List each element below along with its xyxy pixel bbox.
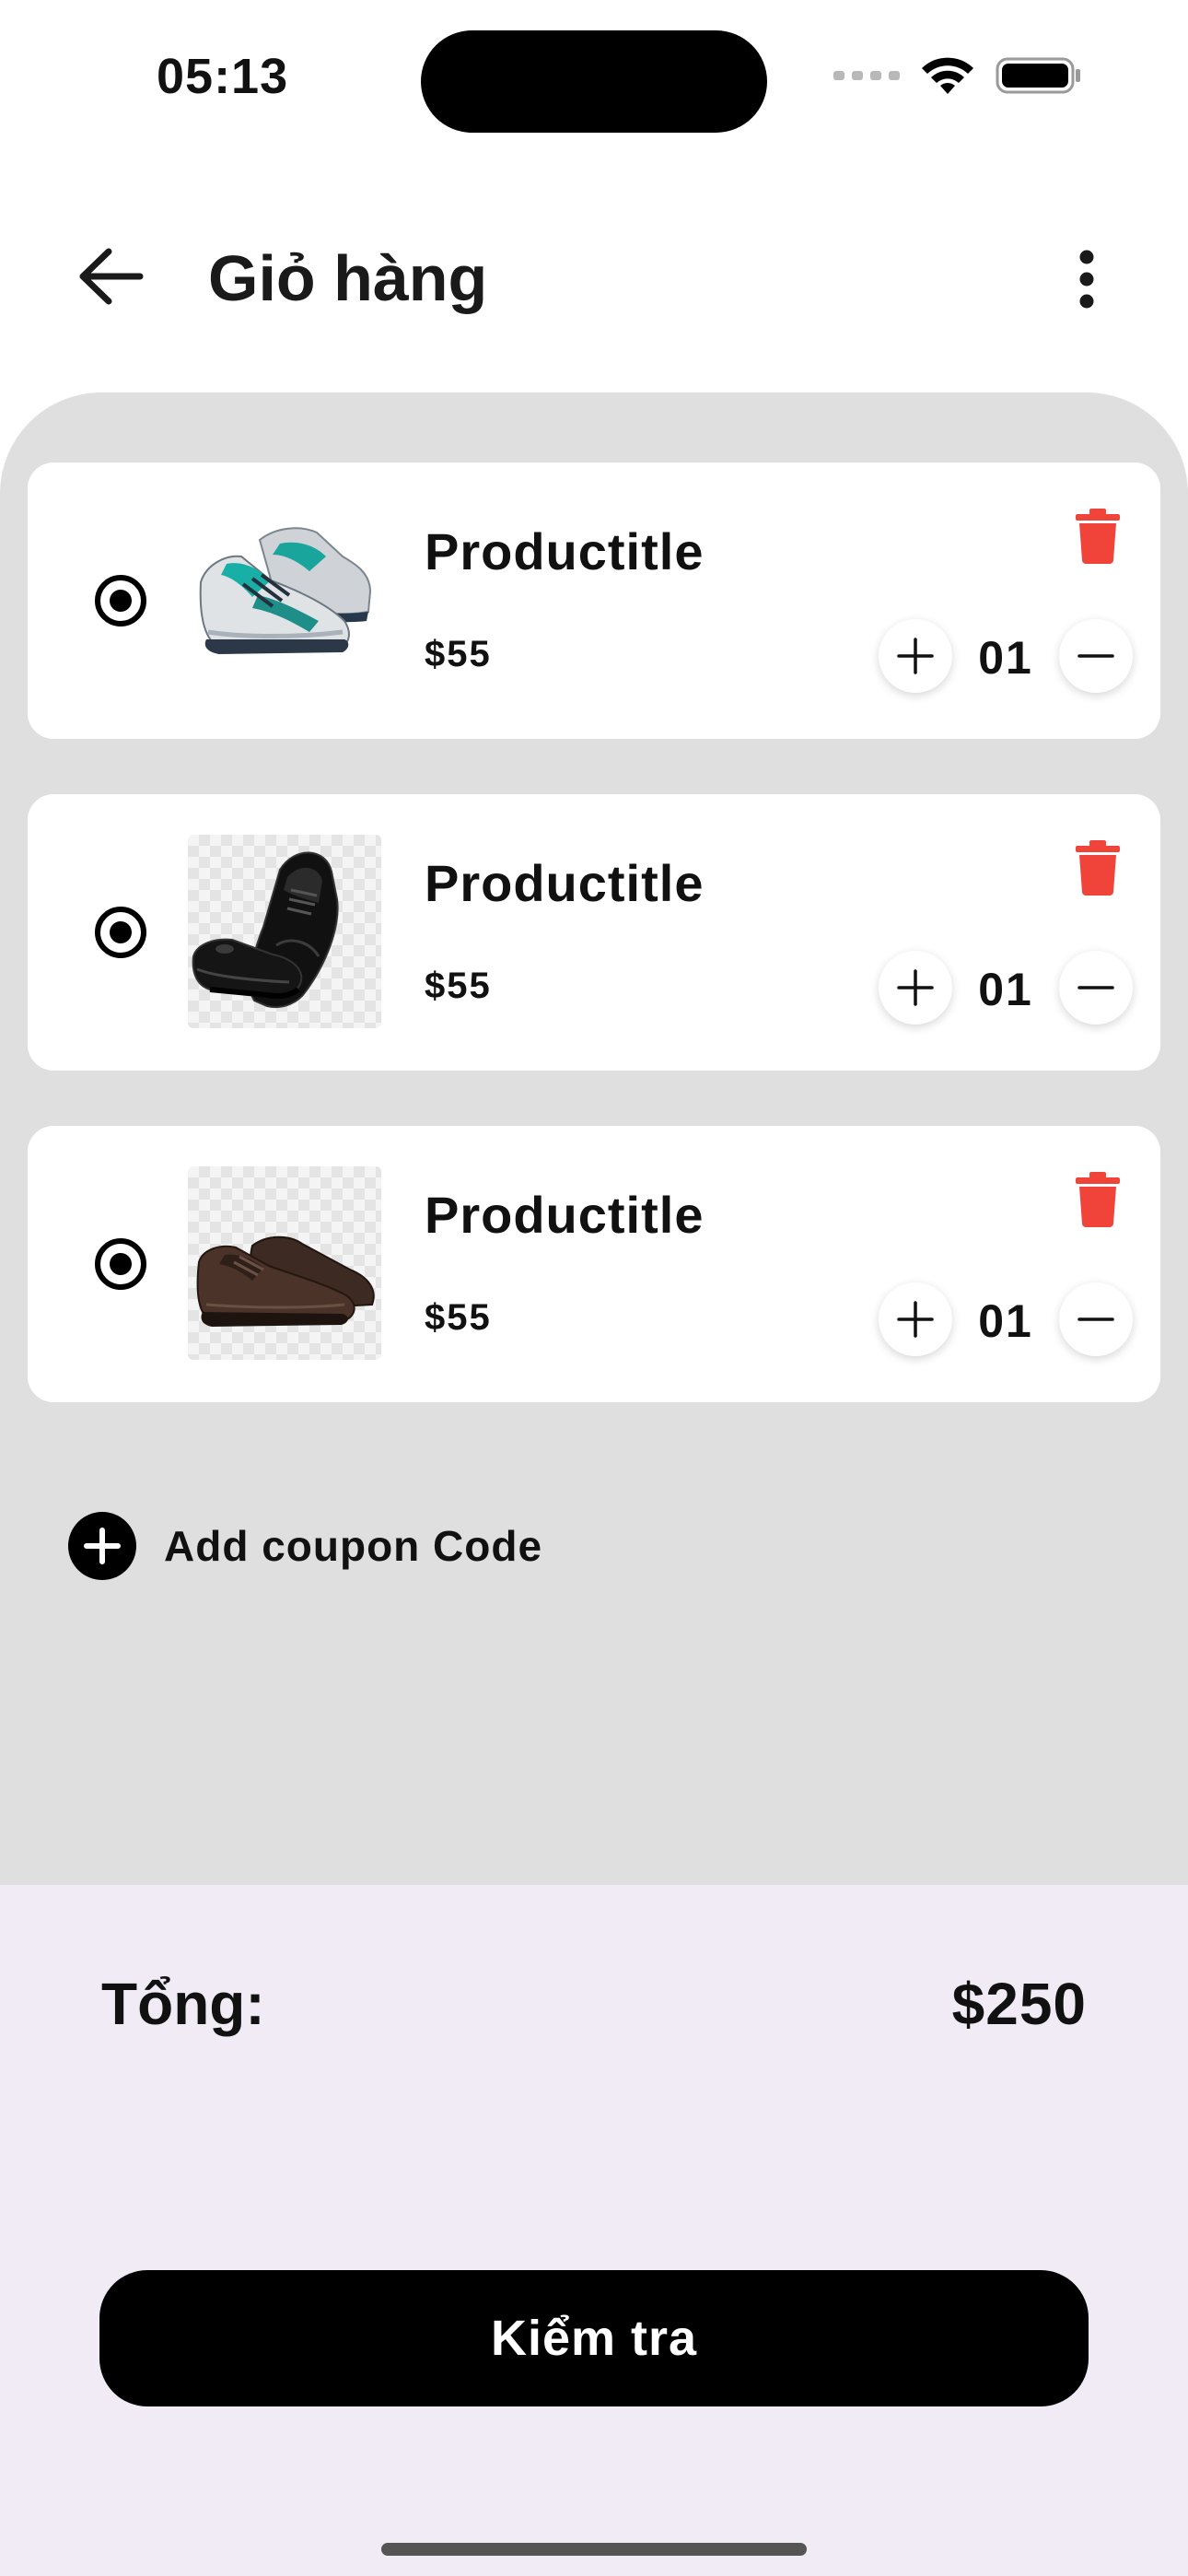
product-title: Productitle bbox=[425, 522, 705, 580]
total-label: Tổng: bbox=[101, 1971, 265, 2037]
arrow-left-icon bbox=[79, 248, 144, 305]
trash-icon bbox=[1076, 1172, 1120, 1227]
checkout-button[interactable]: Kiểm tra bbox=[99, 2270, 1089, 2406]
dynamic-island bbox=[421, 30, 767, 133]
select-radio[interactable] bbox=[95, 575, 146, 626]
battery-icon bbox=[996, 57, 1080, 94]
decrease-quantity-button[interactable] bbox=[1059, 619, 1133, 693]
trash-icon bbox=[1076, 509, 1120, 564]
select-radio[interactable] bbox=[95, 907, 146, 958]
status-time: 05:13 bbox=[157, 49, 289, 104]
running-sneaker-image bbox=[188, 503, 381, 697]
cart-list: Productitle $55 01 Productitle $55 01 Pr… bbox=[0, 392, 1188, 1885]
status-bar: 05:13 bbox=[0, 0, 1188, 157]
minus-icon bbox=[1077, 986, 1114, 989]
minus-icon bbox=[1077, 654, 1114, 658]
order-summary: Tổng: $250 Kiểm tra bbox=[0, 1885, 1188, 2576]
brown-derby-shoe-image bbox=[196, 1235, 375, 1327]
coupon-label: Add coupon Code bbox=[164, 1522, 543, 1570]
cart-item: Productitle $55 01 bbox=[28, 463, 1160, 739]
quantity-value: 01 bbox=[978, 1295, 1033, 1347]
add-coupon-button[interactable]: Add coupon Code bbox=[68, 1511, 542, 1581]
product-title: Productitle bbox=[425, 1186, 705, 1244]
delete-button[interactable] bbox=[1076, 1172, 1120, 1227]
more-vertical-icon bbox=[1079, 250, 1094, 309]
cellular-signal-icon bbox=[833, 71, 900, 80]
product-price: $55 bbox=[425, 634, 492, 674]
back-button[interactable] bbox=[76, 246, 144, 307]
increase-quantity-button[interactable] bbox=[879, 1282, 952, 1356]
cart-item: Productitle $55 01 bbox=[28, 1126, 1160, 1402]
app-header: Giỏ hàng bbox=[0, 221, 1188, 332]
delete-button[interactable] bbox=[1076, 840, 1120, 896]
select-radio[interactable] bbox=[95, 1238, 146, 1290]
more-options-button[interactable] bbox=[1068, 249, 1105, 310]
product-image-sneaker bbox=[188, 503, 381, 697]
increase-quantity-button[interactable] bbox=[879, 951, 952, 1025]
add-circle-icon bbox=[68, 1512, 136, 1580]
quantity-value: 01 bbox=[978, 964, 1033, 1015]
product-price: $55 bbox=[425, 1297, 492, 1338]
quantity-value: 01 bbox=[978, 632, 1033, 684]
black-dress-shoe-image bbox=[192, 851, 339, 1008]
product-image-dress-shoe bbox=[188, 835, 381, 1028]
decrease-quantity-button[interactable] bbox=[1059, 951, 1133, 1025]
plus-icon bbox=[897, 638, 934, 674]
page-title: Giỏ hàng bbox=[208, 242, 488, 314]
delete-button[interactable] bbox=[1076, 509, 1120, 564]
trash-icon bbox=[1076, 840, 1120, 896]
product-title: Productitle bbox=[425, 854, 705, 912]
home-indicator[interactable] bbox=[381, 2543, 807, 2556]
product-price: $55 bbox=[425, 966, 492, 1006]
status-icons bbox=[833, 55, 1082, 96]
product-image-derby-shoe bbox=[188, 1166, 381, 1360]
increase-quantity-button[interactable] bbox=[879, 619, 952, 693]
decrease-quantity-button[interactable] bbox=[1059, 1282, 1133, 1356]
wifi-icon bbox=[922, 57, 973, 94]
total-value: $250 bbox=[951, 1971, 1087, 2037]
cart-item: Productitle $55 01 bbox=[28, 794, 1160, 1071]
plus-icon bbox=[897, 969, 934, 1006]
plus-icon bbox=[897, 1301, 934, 1338]
minus-icon bbox=[1077, 1317, 1114, 1321]
